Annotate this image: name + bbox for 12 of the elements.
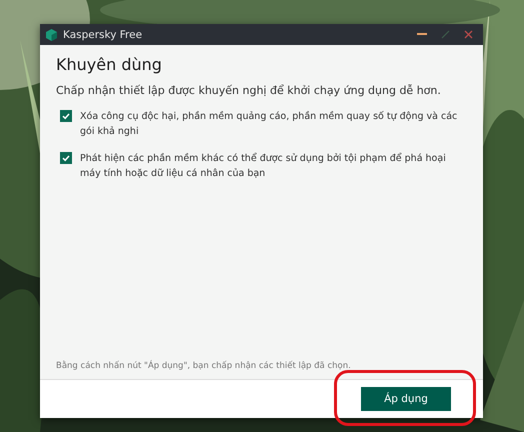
close-icon[interactable] xyxy=(464,30,473,39)
app-logo-icon xyxy=(46,28,57,40)
option-label: Phát hiện các phần mềm khác có thể được sử dụng bởi tội phạm để phá hoại máy tính hoặc dữ liệu cá nhân của bạn xyxy=(80,152,447,181)
window-title: Kaspersky Free xyxy=(63,28,144,40)
intro-text: Chấp nhận thiết lập được khuyến nghị để khởi chạy ứng dụng dễ hơn. xyxy=(56,84,442,97)
consent-note: Bằng cách nhấn nút "Áp dụng", bạn chấp nhận các thiết lập đã chọn. xyxy=(56,361,352,371)
checkbox[interactable] xyxy=(60,110,72,122)
minimize-icon[interactable] xyxy=(417,33,427,36)
checkbox[interactable] xyxy=(60,152,72,164)
option-label: Xóa công cụ độc hại, phần mềm quảng cáo, phần mềm quay số tự động và các gói khả nghi xyxy=(80,110,458,139)
apply-button[interactable]: Áp dụng xyxy=(361,387,451,411)
page-heading: Khuyên dùng xyxy=(56,55,163,74)
